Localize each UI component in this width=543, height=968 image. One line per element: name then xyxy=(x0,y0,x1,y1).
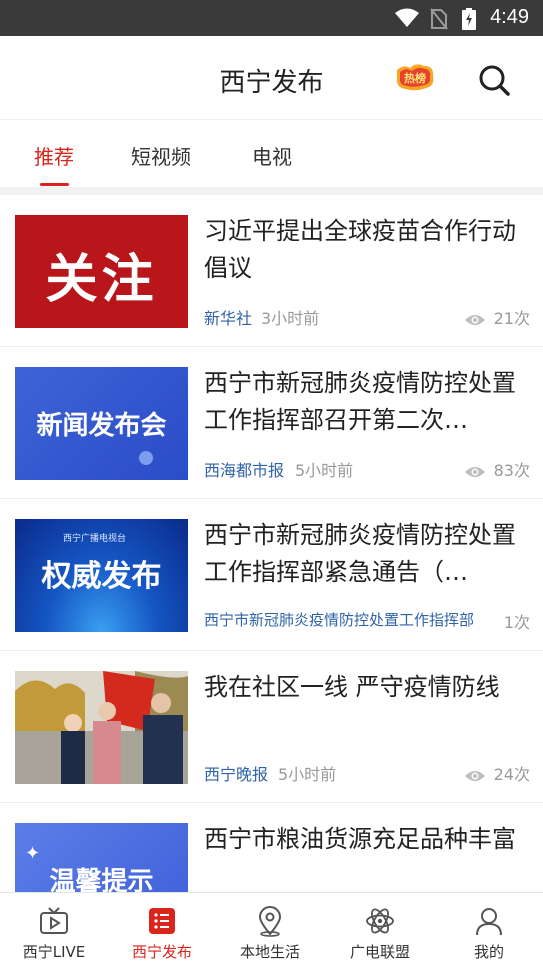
news-meta: 西宁晚报 5小时前 24次 xyxy=(204,761,530,785)
battery-charging-icon xyxy=(462,8,476,34)
view-count: 1次 xyxy=(503,613,530,632)
tv-play-icon xyxy=(40,907,68,934)
news-meta: 新华社 3小时前 21次 xyxy=(204,305,530,329)
news-thumbnail: 西宁广播电视台 权威发布 xyxy=(15,519,188,632)
channel-tabs: 推荐 短视频 电视 xyxy=(0,121,543,187)
eye-icon xyxy=(464,770,485,781)
news-source: 西宁市新冠肺炎疫情防控处置工作指挥部 xyxy=(204,611,475,629)
news-source: 西宁晚报 xyxy=(204,765,269,784)
news-item[interactable]: 关注 习近平提出全球疫苗合作行动倡议 新华社 3小时前 21次 xyxy=(0,195,543,347)
news-time: 3小时前 xyxy=(261,309,320,328)
user-icon xyxy=(476,908,502,936)
eye-icon xyxy=(464,314,485,325)
news-thumbnail: ✦ 温馨提示 xyxy=(15,823,188,892)
location-pin-icon xyxy=(258,906,282,937)
status-bar: 4:49 xyxy=(0,0,543,36)
divider xyxy=(0,187,543,195)
news-source: 西海都市报 xyxy=(204,461,285,480)
eye-icon xyxy=(464,466,485,477)
tab-recommend[interactable]: 推荐 xyxy=(34,141,74,170)
news-title: 西宁市新冠肺炎疫情防控处置工作指挥部召开第二次… xyxy=(204,369,516,434)
hot-list-icon: 热榜 xyxy=(396,64,434,91)
news-thumbnail: 新闻发布会 xyxy=(15,367,188,480)
news-item[interactable]: 西宁广播电视台 权威发布 西宁市新冠肺炎疫情防控处置工作指挥部紧急通告（… 西宁… xyxy=(0,499,543,651)
news-thumbnail: 关注 xyxy=(15,215,188,328)
news-title: 西宁市粮油货源充足品种丰富 xyxy=(204,825,516,853)
thumbnail-text: 关注 xyxy=(45,250,158,310)
news-thumbnail-photo xyxy=(15,671,188,784)
nav-xining-live[interactable]: 西宁LIVE xyxy=(0,893,108,968)
news-meta: 西宁市新冠肺炎疫情防控处置工作指挥部 1次 xyxy=(204,609,530,633)
thumbnail-text: 新闻发布会 xyxy=(36,411,167,441)
news-item[interactable]: 新闻发布会 西宁市新冠肺炎疫情防控处置工作指挥部召开第二次… 西海都市报 5小时… xyxy=(0,347,543,499)
view-count: 21次 xyxy=(464,305,530,329)
news-title: 习近平提出全球疫苗合作行动倡议 xyxy=(204,217,516,282)
app-header: 西宁发布 热榜 xyxy=(0,36,543,120)
news-source: 新华社 xyxy=(204,309,253,328)
news-title: 我在社区一线 严守疫情防线 xyxy=(204,673,500,701)
svg-text:热榜: 热榜 xyxy=(404,71,426,85)
news-item[interactable]: 我在社区一线 严守疫情防线 西宁晚报 5小时前 24次 xyxy=(0,651,543,803)
news-time: 5小时前 xyxy=(278,765,337,784)
thumbnail-decoration xyxy=(139,451,153,465)
news-meta: 西海都市报 5小时前 83次 xyxy=(204,457,530,481)
bottom-nav: 西宁LIVE 西宁发布 本地生活 广电联盟 我的 xyxy=(0,892,543,967)
view-count: 24次 xyxy=(464,761,530,785)
atom-icon xyxy=(366,908,394,934)
news-title: 西宁市新冠肺炎疫情防控处置工作指挥部紧急通告（… xyxy=(204,521,516,586)
page-title: 西宁发布 xyxy=(219,68,324,98)
nav-local-life[interactable]: 本地生活 xyxy=(216,893,324,968)
active-tab-indicator xyxy=(40,183,69,186)
view-count: 83次 xyxy=(464,457,530,481)
nav-mine[interactable]: 我的 xyxy=(435,893,543,968)
tab-short-video[interactable]: 短视频 xyxy=(131,141,191,170)
news-list: 关注 习近平提出全球疫苗合作行动倡议 新华社 3小时前 21次 新闻发布会 西宁… xyxy=(0,195,543,892)
news-time: 5小时前 xyxy=(295,461,354,480)
thumbnail-text: 温馨提示 xyxy=(49,867,154,892)
no-sim-icon xyxy=(430,8,448,34)
list-icon xyxy=(149,908,175,934)
status-time: 4:49 xyxy=(490,6,529,28)
search-icon xyxy=(479,65,510,96)
search-button[interactable] xyxy=(476,62,512,98)
wifi-icon xyxy=(394,8,420,32)
news-item[interactable]: ✦ 温馨提示 西宁市粮油货源充足品种丰富 xyxy=(0,803,543,892)
tab-tv[interactable]: 电视 xyxy=(252,141,292,170)
thumbnail-text: 权威发布 xyxy=(41,559,162,594)
nav-xining-publish[interactable]: 西宁发布 xyxy=(108,893,216,968)
thumbnail-channel-name: 西宁广播电视台 xyxy=(63,534,127,544)
hot-list-button[interactable]: 热榜 xyxy=(394,62,436,92)
nav-broadcast-alliance[interactable]: 广电联盟 xyxy=(326,893,434,968)
